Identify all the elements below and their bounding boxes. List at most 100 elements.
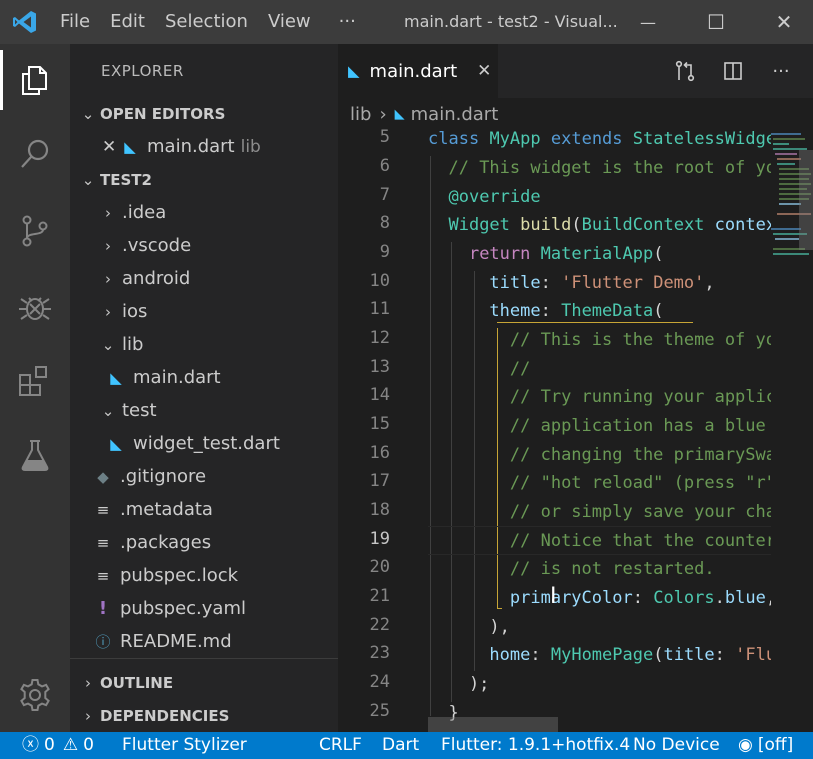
search-icon[interactable] [0,124,70,184]
outline-header[interactable]: › OUTLINE [70,666,338,699]
tree-item-lib[interactable]: ⌄ lib [70,328,338,361]
maximize-icon: ☐ [707,10,725,34]
line-number-active: 19 [369,529,390,549]
tree-item-metadata[interactable]: ≡ .metadata [70,493,338,526]
tree-item-readme[interactable]: ⓘ README.md [70,625,338,658]
tree-item-label: .vscode [122,235,192,256]
more-actions-icon[interactable]: ··· [766,56,796,86]
line-number: 21 [369,586,390,606]
flask-icon[interactable] [0,425,70,485]
folder-header-test2[interactable]: ⌄ TEST2 [70,163,338,196]
code-line: // This widget is the root of your appli… [448,158,813,178]
tree-item-main-dart[interactable]: ◣ main.dart [70,361,338,394]
menu-file[interactable]: File [50,0,100,44]
minimize-button[interactable]: — [614,0,682,44]
tab-label: main.dart [369,60,458,82]
close-tab-icon[interactable]: ✕ [477,61,491,81]
flutter-stylizer-status[interactable]: Flutter Stylizer [122,732,247,759]
breadcrumb: lib › ◣ main.dart [338,98,813,130]
chevron-down-icon: ⌄ [101,335,115,354]
open-editors-label: OPEN EDITORS [100,104,226,123]
explorer-title: EXPLORER [101,62,184,80]
open-changes-icon[interactable] [670,56,700,86]
explorer-icon[interactable] [0,50,70,110]
settings-gear-icon[interactable] [0,665,70,725]
tree-item-vscode[interactable]: › .vscode [70,229,338,262]
split-editor-icon[interactable] [718,56,748,86]
window-title: main.dart - test2 - Visual... [404,12,618,31]
tree-item-pubspec-lock[interactable]: ≡ pubspec.lock [70,559,338,592]
status-bar: ⓧ 0 ⚠ 0 Flutter Stylizer CRLF Dart Flutt… [0,732,813,759]
problems-indicator[interactable]: ⓧ 0 ⚠ 0 [22,732,94,759]
chevron-down-icon: ⌄ [101,401,115,420]
line-number-gutter: 5 6 7 8 9 10 11 12 13 14 15 16 17 18 19 … [338,127,428,732]
code-line: // application has a blue toolbar. Then,… [509,416,813,436]
scrollbar-thumb[interactable] [799,150,813,250]
line-number: 8 [379,213,390,233]
code-editor[interactable]: class MyApp extends StatelessWidget { //… [428,130,813,732]
outline-label: OUTLINE [100,673,174,692]
tree-item-widget-test[interactable]: ◣ widget_test.dart [70,427,338,460]
tree-item-pubspec-yaml[interactable]: ! pubspec.yaml [70,592,338,625]
line-number: 9 [379,242,390,262]
extensions-icon[interactable] [0,351,70,411]
source-control-icon[interactable] [0,201,70,261]
tree-item-label: .packages [120,532,212,553]
tree-item-ios[interactable]: › ios [70,295,338,328]
dart-file-icon: ◣ [394,106,405,122]
code-line: // This is the theme of your application… [509,330,813,350]
open-editor-item[interactable]: ✕ ◣ main.dart lib [70,130,338,163]
debug-icon[interactable] [0,277,70,337]
tree-item-label: ios [122,301,148,322]
code-line: // is not restarted. [509,559,715,579]
line-number: 7 [379,185,390,205]
breadcrumb-item[interactable]: lib [350,104,371,125]
line-number: 20 [369,557,390,577]
tree-item-label: android [122,268,191,289]
dart-file-icon: ◣ [110,368,122,387]
watch-label: [off] [757,735,794,755]
tree-item-test[interactable]: ⌄ test [70,394,338,427]
menu-selection[interactable]: Selection [155,0,258,44]
open-editors-header[interactable]: ⌄ OPEN EDITORS [70,97,338,130]
vertical-scrollbar[interactable] [799,130,813,732]
close-window-button[interactable]: ✕ [750,0,813,44]
horizontal-scrollbar-thumb[interactable] [428,717,558,732]
error-icon: ⓧ [22,735,39,755]
tree-item-idea[interactable]: › .idea [70,196,338,229]
line-number: 10 [369,271,390,291]
eol-status[interactable]: CRLF [319,732,362,759]
line-number: 12 [369,328,390,348]
code-line: // "hot reload" (press "r" in the consol… [509,473,807,493]
open-editor-filename: main.dart [147,136,235,157]
tab-main-dart[interactable]: ◣ main.dart ✕ [338,44,498,98]
menu-view[interactable]: View [258,0,321,44]
maximize-button[interactable]: ☐ [682,0,750,44]
tree-item-packages[interactable]: ≡ .packages [70,526,338,559]
language-status[interactable]: Dart [382,732,419,759]
tree-item-android[interactable]: › android [70,262,338,295]
menu-edit[interactable]: Edit [100,0,155,44]
chevron-right-icon: › [85,673,91,692]
line-number: 16 [369,443,390,463]
close-editor-icon[interactable]: ✕ [102,137,120,157]
explorer-sidebar: EXPLORER ⌄ OPEN EDITORS ✕ ◣ main.dart li… [70,44,338,732]
chevron-right-icon: › [105,269,111,288]
dependencies-label: DEPENDENCIES [100,706,230,725]
tree-item-gitignore[interactable]: ◆ .gitignore [70,460,338,493]
menu-more[interactable]: ··· [329,0,366,44]
editor-tabs: ◣ main.dart ✕ ··· [338,44,813,98]
flutter-version-status[interactable]: Flutter: 1.9.1+hotfix.4 [441,732,630,759]
watch-status[interactable]: ◉ [off] [738,732,793,759]
chevron-down-icon: ⌄ [81,104,95,123]
dart-file-icon: ◣ [110,434,122,453]
line-number: 17 [369,471,390,491]
line-number: 18 [369,500,390,520]
device-status[interactable]: No Device [633,732,720,759]
tree-item-label: .idea [122,202,167,223]
text-cursor-icon: I [550,584,557,609]
vscode-logo-icon [0,0,50,44]
dependencies-header[interactable]: › DEPENDENCIES [70,699,338,732]
breadcrumb-item[interactable]: main.dart [411,104,499,125]
tree-item-label: pubspec.yaml [120,598,246,619]
